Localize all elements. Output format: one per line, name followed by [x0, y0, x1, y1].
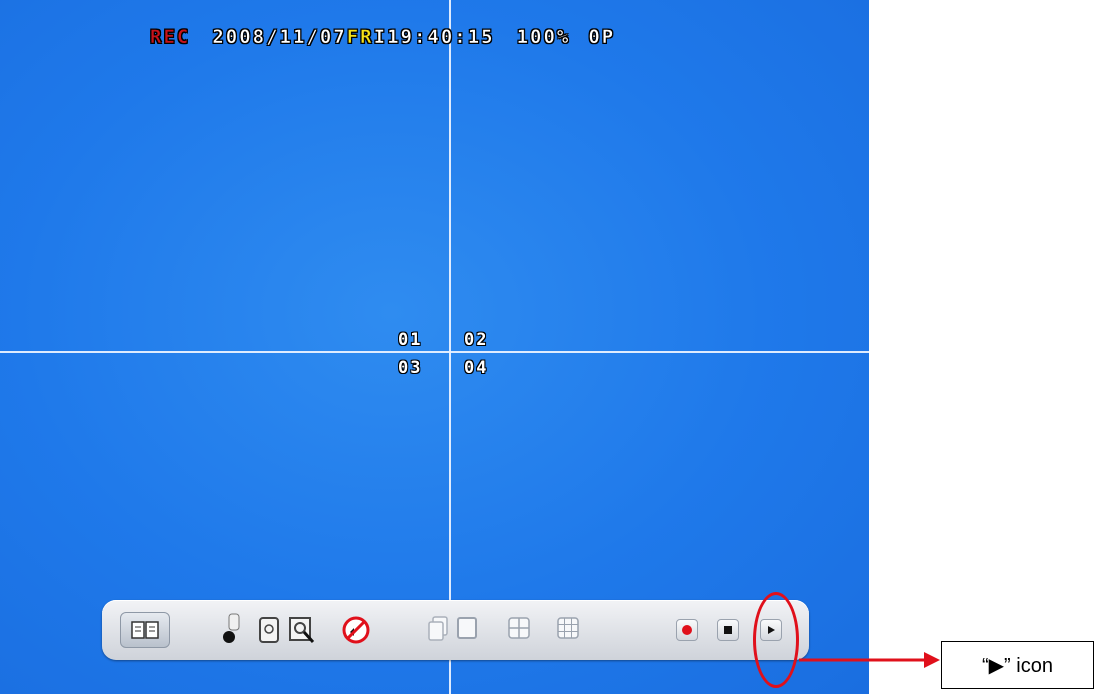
record-button[interactable] [676, 619, 698, 641]
dvr-screen: REC 2008/11/07 F R I19 :40:15 100% 0P 01… [0, 0, 869, 694]
play-icon-callout: “▶” icon [941, 641, 1094, 689]
status-osd: REC 2008/11/07 F R I19 :40:15 100% 0P [150, 22, 615, 52]
record-icon [682, 625, 692, 635]
multi-page-button[interactable] [426, 615, 450, 643]
day-suffix: R [360, 26, 374, 49]
manual-icon [131, 621, 159, 639]
rec-indicator: REC [150, 26, 191, 49]
vertical-split-line [449, 0, 451, 694]
camera-button[interactable] [220, 612, 246, 646]
quad-view-icon [508, 617, 530, 639]
search-button[interactable] [288, 615, 316, 645]
hour-text: I19 [373, 26, 414, 49]
search-icon [289, 617, 315, 644]
audio-mute-icon [342, 616, 370, 644]
stop-button[interactable] [717, 619, 739, 641]
time-text: :40:15 [413, 26, 495, 49]
quad-view-button[interactable] [508, 617, 530, 639]
hdd-icon [259, 617, 279, 643]
hdd-button[interactable] [257, 615, 281, 645]
channel-label-01: 01 [398, 330, 423, 350]
channel-label-04: 04 [464, 358, 489, 378]
camera-icon [223, 613, 240, 643]
channel-label-03: 03 [398, 358, 423, 378]
zoom-text: 100% [516, 26, 571, 49]
nine-view-button[interactable] [557, 617, 579, 639]
highlight-ellipse [753, 592, 799, 688]
nine-view-icon [557, 617, 579, 639]
single-view-icon [457, 617, 477, 639]
op-text: 0P [588, 26, 616, 49]
channel-label-02: 02 [464, 330, 489, 350]
manual-button[interactable] [120, 612, 170, 648]
stop-icon [724, 626, 732, 634]
horizontal-split-line [0, 351, 869, 353]
date-text: 2008/11/07 [212, 26, 347, 49]
day-prefix: F [346, 26, 361, 49]
audio-button[interactable] [340, 614, 372, 646]
multi-page-icon [428, 616, 448, 641]
single-view-button[interactable] [457, 617, 477, 639]
dvr-toolbar [102, 600, 809, 660]
